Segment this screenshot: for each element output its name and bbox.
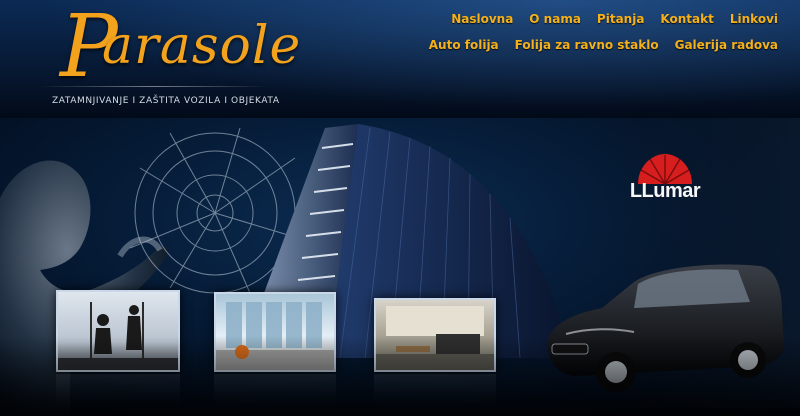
nav-link-naslovna[interactable]: Naslovna <box>451 12 513 26</box>
nav-link-kontakt[interactable]: Kontakt <box>660 12 713 26</box>
nav-row-secondary: Auto folija Folija za ravno staklo Galer… <box>429 38 778 52</box>
nav-link-auto-folija[interactable]: Auto folija <box>429 38 499 52</box>
main-navigation: Naslovna O nama Pitanja Kontakt Linkovi … <box>418 12 778 64</box>
logo-wordmark: arasole <box>102 16 302 76</box>
nav-link-o-nama[interactable]: O nama <box>529 12 581 26</box>
nav-link-folija-ravno-staklo[interactable]: Folija za ravno staklo <box>515 38 659 52</box>
llumar-wordmark: LLumar <box>629 180 701 202</box>
nav-row-primary: Naslovna O nama Pitanja Kontakt Linkovi <box>451 12 778 26</box>
nav-link-pitanja[interactable]: Pitanja <box>597 12 645 26</box>
logo[interactable]: P arasole <box>30 4 300 106</box>
header: P arasole ZATAMNJIVANJE I ZAŠTITA VOZILA… <box>0 0 800 118</box>
page: P arasole ZATAMNJIVANJE I ZAŠTITA VOZILA… <box>0 0 800 416</box>
nav-link-galerija-radova[interactable]: Galerija radova <box>675 38 778 52</box>
tagline-divider <box>40 86 268 87</box>
hero-floor-shadow <box>0 336 800 416</box>
hero-banner: LLumar <box>0 118 800 416</box>
tagline: ZATAMNJIVANJE I ZAŠTITA VOZILA I OBJEKAT… <box>52 96 280 106</box>
nav-link-linkovi[interactable]: Linkovi <box>730 12 778 26</box>
llumar-logo[interactable]: LLumar <box>620 148 710 218</box>
